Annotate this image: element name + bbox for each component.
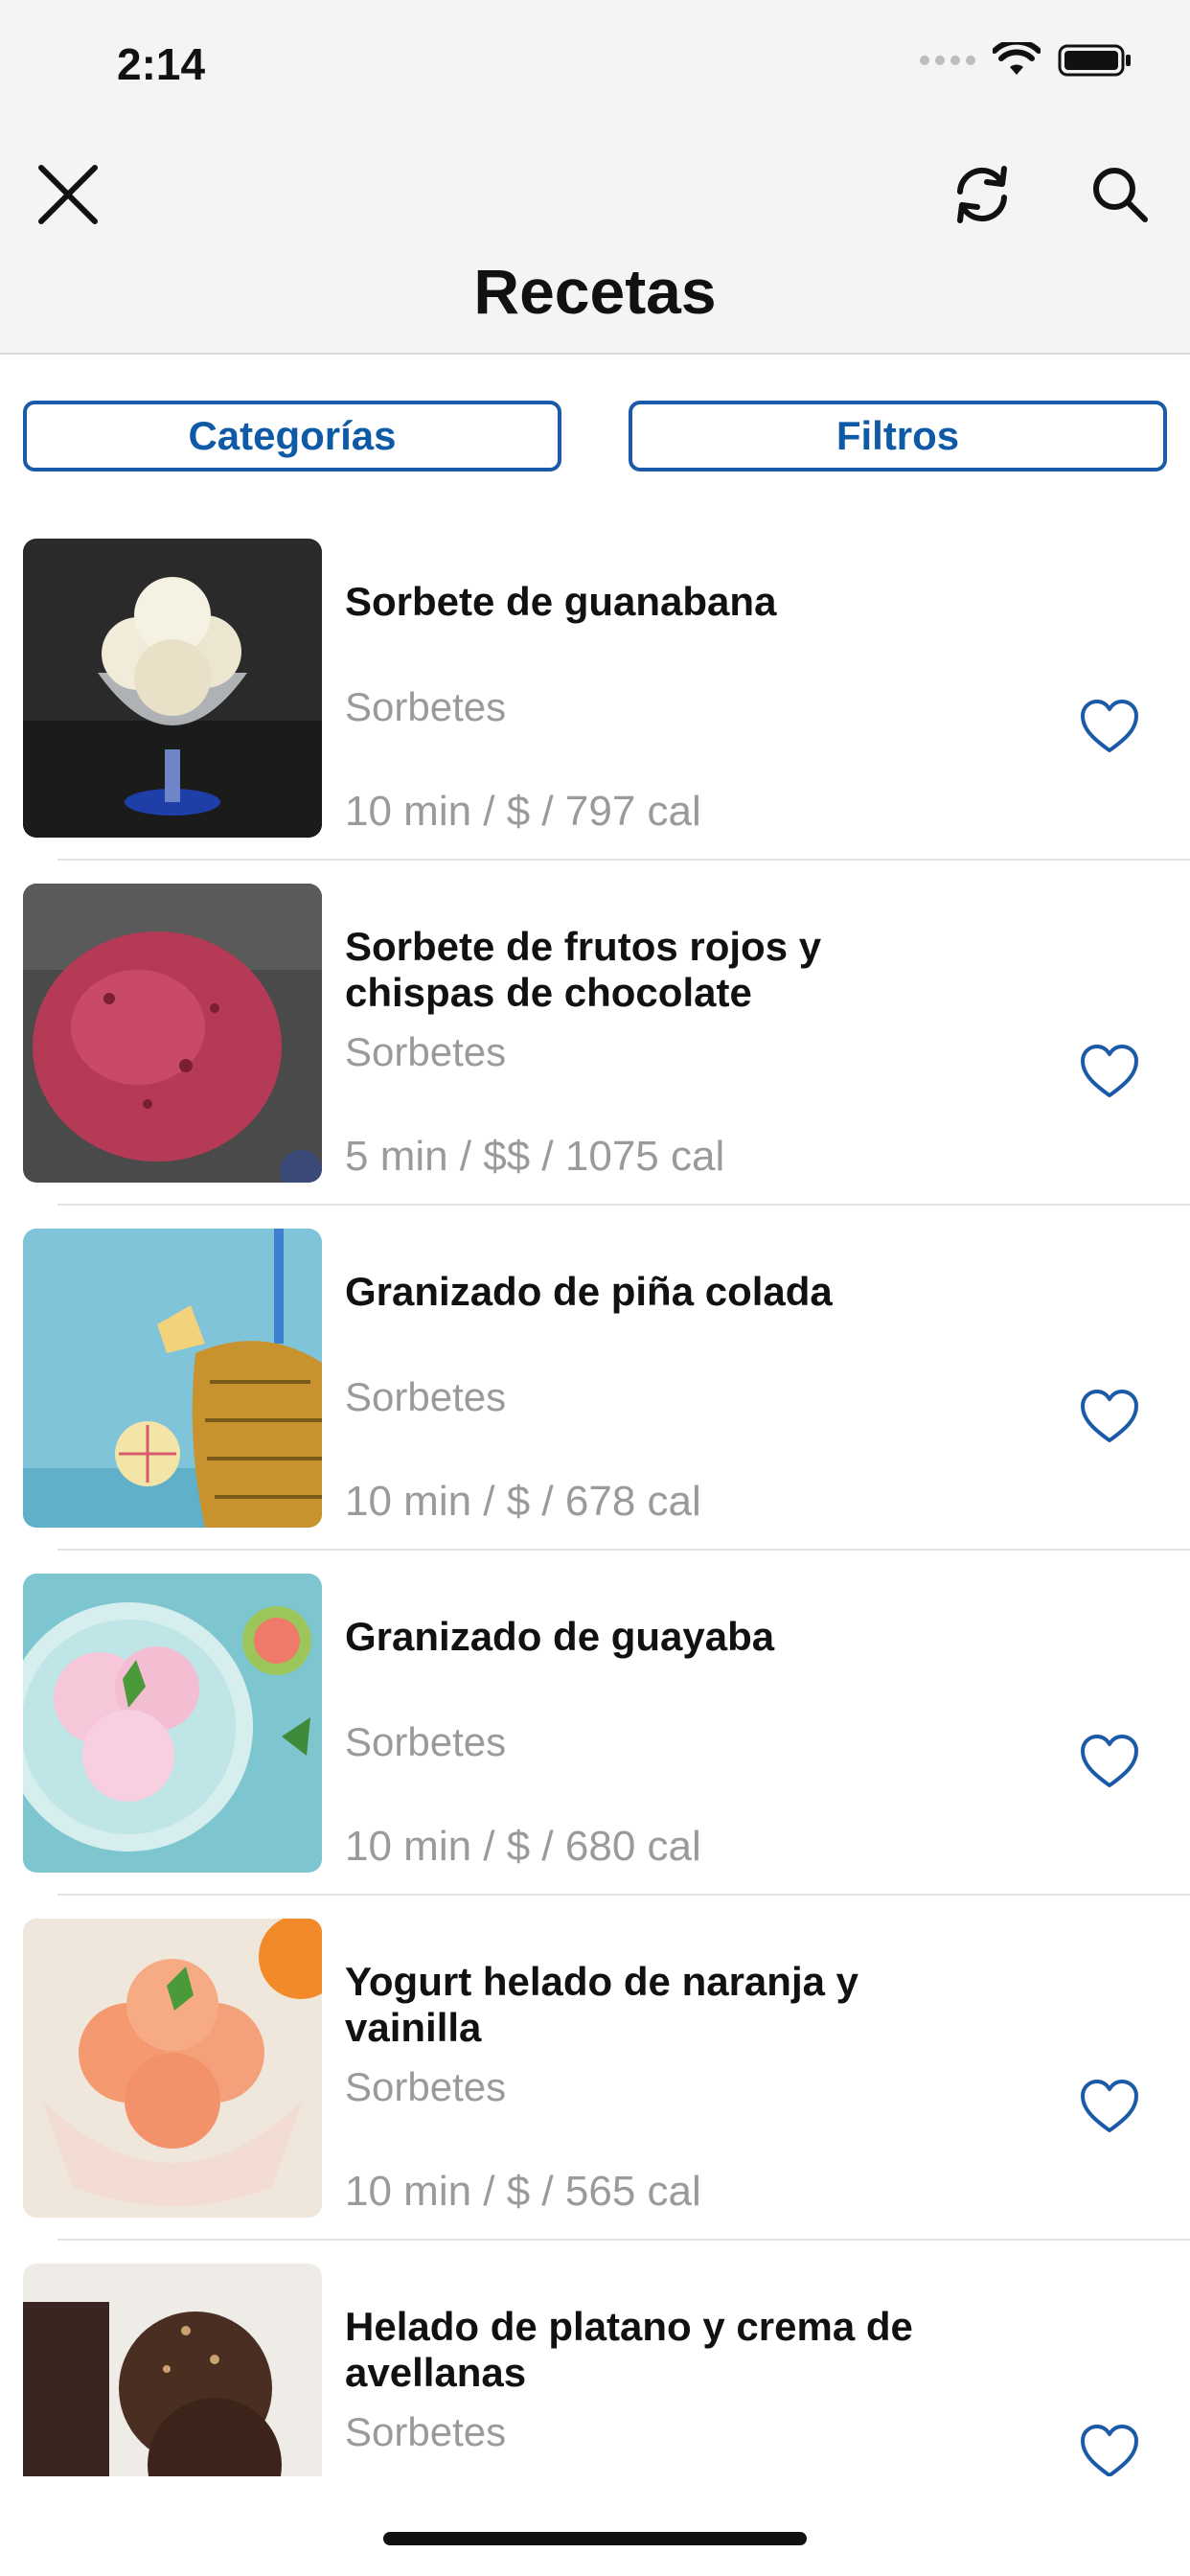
search-icon [1093, 168, 1148, 222]
status-icons [920, 42, 1133, 79]
refresh-button[interactable] [939, 151, 1025, 238]
heart-icon [1081, 1390, 1138, 1442]
recipe-title: Sorbete de guanabana [345, 579, 777, 624]
orange-ice-cream-image [23, 1919, 322, 2218]
favorite-button[interactable] [1071, 1037, 1148, 1106]
row-divider [57, 859, 1190, 861]
recipe-thumbnail [23, 1574, 322, 1873]
recipe-meta: 10 min / $ / 797 cal [345, 788, 701, 835]
recipe-title: Granizado de piña colada [345, 1269, 833, 1314]
heart-icon [1081, 1735, 1138, 1787]
home-indicator-area [0, 2476, 1190, 2576]
recipe-category: Sorbetes [345, 2409, 507, 2454]
heart-icon [1081, 700, 1138, 752]
recipe-meta: 5 min / $$ / 1075 cal [345, 1133, 725, 1180]
recipe-thumbnail [23, 1229, 322, 1528]
recipe-list: Sorbete de guanabana Sorbetes 10 min / $… [0, 539, 1190, 2476]
favorite-button[interactable] [1071, 1382, 1148, 1451]
navigation-header: 2:14 Recetas [0, 0, 1190, 355]
refresh-icon [957, 166, 1007, 223]
close-button[interactable] [25, 151, 111, 238]
recipe-thumbnail [23, 2264, 322, 2476]
recipe-category: Sorbetes [345, 1719, 507, 1764]
favorite-button[interactable] [1071, 2072, 1148, 2141]
recipe-title: Sorbete de frutos rojos y chispas de cho… [345, 924, 822, 1015]
home-indicator[interactable] [383, 2532, 807, 2545]
recipe-meta: 10 min / $ / 678 cal [345, 1478, 701, 1525]
categories-button[interactable]: Categorías [23, 401, 561, 472]
row-divider [57, 1204, 1190, 1206]
heart-icon [1081, 1045, 1138, 1097]
recipe-row[interactable]: Sorbete de guanabana Sorbetes 10 min / $… [0, 539, 1190, 884]
recipe-meta: 10 min / $ / 565 cal [345, 2168, 701, 2215]
recipe-title: Granizado de guayaba [345, 1614, 775, 1659]
recipe-category: Sorbetes [345, 684, 507, 729]
heart-icon [1081, 2080, 1138, 2132]
favorite-button[interactable] [1071, 2417, 1148, 2476]
guava-sorbet-image [23, 1574, 322, 1873]
page-title: Recetas [473, 256, 717, 327]
wifi-icon [993, 42, 1041, 75]
heart-icon [1081, 2425, 1138, 2476]
pineapple-drink-image [23, 1229, 322, 1528]
signal-icon [920, 56, 975, 65]
recipe-row[interactable]: Granizado de piña colada Sorbetes 10 min… [0, 1229, 1190, 1574]
recipe-title: Helado de platano y crema de avellanas [345, 2304, 913, 2395]
row-divider [57, 2239, 1190, 2241]
row-divider [57, 1894, 1190, 1896]
berry-sorbet-image [23, 884, 322, 1183]
recipe-row[interactable]: Helado de platano y crema de avellanas S… [0, 2264, 1190, 2476]
recipe-row[interactable]: Yogurt helado de naranja y vainilla Sorb… [0, 1919, 1190, 2264]
recipe-category: Sorbetes [345, 2064, 507, 2109]
recipe-thumbnail [23, 884, 322, 1183]
favorite-button[interactable] [1071, 1727, 1148, 1796]
recipe-meta: 10 min / $ / 680 cal [345, 1823, 701, 1870]
recipe-thumbnail [23, 539, 322, 838]
app-screen: 2:14 Recetas Categorías Filtros Sorbete … [0, 0, 1190, 2576]
battery-icon [1058, 44, 1131, 77]
ice-cream-cup-image [23, 539, 322, 838]
chocolate-ice-cream-image [23, 2264, 322, 2476]
filters-button[interactable]: Filtros [629, 401, 1167, 472]
recipe-row[interactable]: Sorbete de frutos rojos y chispas de cho… [0, 884, 1190, 1229]
search-button[interactable] [1077, 151, 1163, 238]
close-icon [38, 165, 98, 224]
recipe-thumbnail [23, 1919, 322, 2218]
recipe-row[interactable]: Granizado de guayaba Sorbetes 10 min / $… [0, 1574, 1190, 1919]
row-divider [57, 1549, 1190, 1551]
status-time: 2:14 [117, 39, 206, 89]
recipe-category: Sorbetes [345, 1029, 507, 1074]
recipe-category: Sorbetes [345, 1374, 507, 1419]
favorite-button[interactable] [1071, 692, 1148, 761]
recipe-title: Yogurt helado de naranja y vainilla [345, 1959, 858, 2050]
